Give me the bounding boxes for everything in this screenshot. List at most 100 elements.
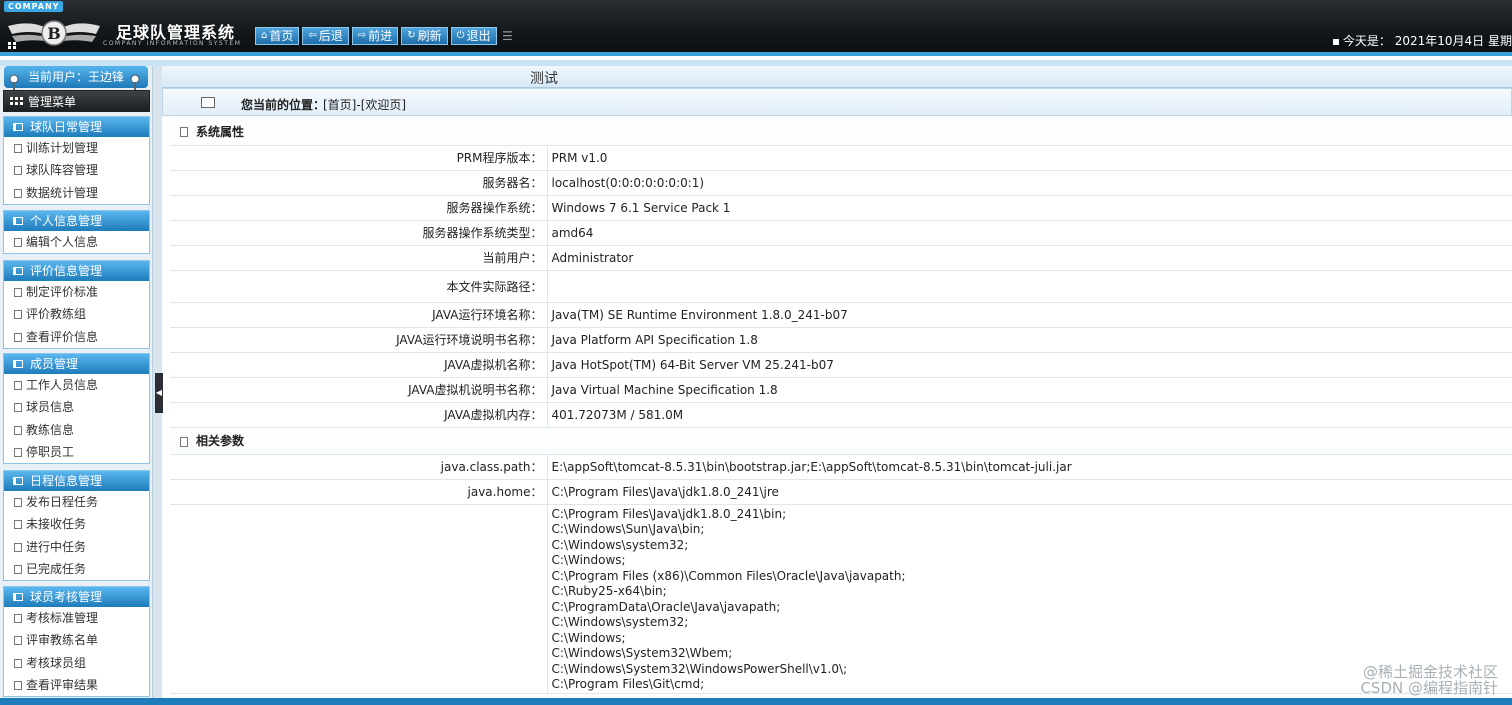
sidebar-item[interactable]: 球员信息 — [4, 396, 149, 418]
property-name: 当前用户： — [170, 245, 548, 271]
sidebar-item-label: 已完成任务 — [26, 561, 87, 576]
list-icon — [13, 477, 23, 485]
property-name: JAVA运行环境说明书名称： — [170, 327, 548, 353]
path-entry: C:\Windows\Sun\Java\bin; — [551, 522, 705, 536]
nav-button-label: 刷新 — [417, 29, 442, 43]
sidebar-item[interactable]: 未接收任务 — [4, 513, 149, 535]
sidebar-item[interactable]: 查看评价信息 — [4, 326, 149, 348]
sidebar-item-label: 球队阵容管理 — [26, 163, 99, 178]
sidebar-item[interactable]: 球队阵容管理 — [4, 159, 149, 181]
sidebar-item-label: 查看评审结果 — [26, 677, 99, 692]
logo-icon: B — [8, 20, 100, 49]
menu-toggle-icon[interactable]: ☰ — [502, 30, 514, 42]
sidebar-section-header[interactable]: 日程信息管理 — [4, 471, 149, 491]
nav-button-4[interactable]: ⏻ 退出 — [450, 27, 497, 45]
sidebar-section-title: 球员考核管理 — [30, 590, 103, 604]
property-value: Windows 7 6.1 Service Pack 1 — [547, 195, 1512, 221]
document-icon — [14, 636, 22, 646]
watermark-line-2: CSDN @编程指南针 — [1360, 679, 1498, 697]
nav-button-1[interactable]: ⇦ 后退 — [302, 27, 349, 45]
table-row: 当前用户： Administrator — [170, 245, 1512, 271]
window-icon — [201, 97, 215, 108]
property-value — [547, 270, 1512, 303]
sidebar-section-header[interactable]: 球员考核管理 — [4, 587, 149, 607]
property-value: Java HotSpot(TM) 64-Bit Server VM 25.241… — [547, 352, 1512, 378]
sidebar-item-label: 未接收任务 — [26, 517, 87, 532]
sidebar-item[interactable]: 停职员工 — [4, 441, 149, 463]
sidebar-section: 评价信息管理制定评价标准评价教练组查看评价信息 — [3, 260, 150, 349]
property-value: amd64 — [547, 220, 1512, 246]
nav-button-label: 后退 — [318, 29, 343, 43]
sidebar-section-title: 日程信息管理 — [30, 474, 103, 488]
sidebar-item[interactable]: 数据统计管理 — [4, 182, 149, 204]
sidebar-section-header[interactable]: 球队日常管理 — [4, 117, 149, 137]
path-entry: C:\Windows; — [551, 553, 626, 567]
property-value: C:\Program Files\Java\jdk1.8.0_241\jre — [547, 479, 1512, 505]
collapse-sidebar-icon[interactable]: ◀ — [155, 373, 163, 413]
table-row: JAVA运行环境名称： Java(TM) SE Runtime Environme… — [170, 302, 1512, 328]
sidebar-item[interactable]: 工作人员信息 — [4, 374, 149, 396]
refresh-icon: ↻ — [407, 30, 416, 41]
sidebar-item-label: 查看评价信息 — [26, 329, 99, 344]
property-value: E:\appSoft\tomcat-8.5.31\bin\bootstrap.j… — [547, 454, 1512, 480]
table-row: JAVA运行环境说明书名称： Java Platform API Specific… — [170, 327, 1512, 353]
sidebar-item-label: 制定评价标准 — [26, 285, 99, 299]
sidebar-item[interactable]: 考核球员组 — [4, 652, 149, 674]
section-header: 系统属性 — [170, 118, 1512, 146]
sidebar-item[interactable]: 教练信息 — [4, 419, 149, 441]
document-icon — [14, 614, 22, 623]
document-icon — [14, 564, 22, 574]
property-name: java.home： — [170, 479, 548, 505]
document-icon — [14, 658, 22, 668]
sidebar-item-label: 数据统计管理 — [26, 185, 99, 200]
path-entry: C:\Windows\System32\Wbem; — [551, 646, 733, 660]
property-value: 401.72073M / 581.0M — [547, 402, 1512, 428]
table-row: 服务器操作系统： Windows 7 6.1 Service Pack 1 — [170, 195, 1512, 221]
company-badge: COMPANY — [4, 1, 64, 12]
sidebar-item[interactable]: 训练计划管理 — [4, 137, 149, 159]
table-row: 服务器操作系统类型： amd64 — [170, 220, 1512, 246]
document-icon — [14, 498, 22, 507]
table-row: PRM程序版本： PRM v1.0 — [170, 145, 1512, 171]
management-menu-title: 管理菜单 — [28, 95, 77, 109]
sidebar-item[interactable]: 评审教练名单 — [4, 629, 149, 651]
sidebar-section-title: 个人信息管理 — [30, 214, 103, 228]
document-icon — [14, 288, 22, 297]
document-icon — [14, 403, 22, 413]
back-icon: ⇦ — [308, 30, 317, 41]
path-entry: C:\ProgramData\Oracle\Java\javapath; — [551, 599, 781, 614]
nav-button-0[interactable]: ⌂ 首页 — [255, 27, 300, 45]
svg-text:B: B — [47, 24, 61, 43]
table-row: C:\Program Files\Java\jdk1.8.0_241\bin; C… — [170, 504, 1512, 694]
section-title: 系统属性 — [196, 124, 245, 139]
sidebar-item-label: 教练信息 — [26, 422, 75, 437]
property-value: Java Platform API Specification 1.8 — [547, 327, 1512, 353]
page-title: 测试 — [530, 71, 558, 87]
sidebar-item[interactable]: 进行中任务 — [4, 536, 149, 558]
sidebar-item-label: 球员信息 — [26, 400, 75, 415]
sidebar-item[interactable]: 已完成任务 — [4, 558, 149, 580]
nav-button-2[interactable]: ⇨ 前进 — [351, 27, 399, 45]
property-name: JAVA虚拟机说明书名称： — [170, 377, 548, 403]
sidebar-section-header[interactable]: 个人信息管理 — [4, 211, 149, 231]
property-name: java.class.path： — [170, 454, 548, 480]
table-row: JAVA虚拟机内存： 401.72073M / 581.0M — [170, 402, 1512, 428]
nav-button-3[interactable]: ↻ 刷新 — [401, 27, 448, 45]
sidebar-item[interactable]: 评价教练组 — [4, 303, 149, 325]
document-icon — [14, 238, 22, 247]
property-name: PRM程序版本： — [170, 145, 548, 171]
sidebar-item[interactable]: 发布日程任务 — [4, 491, 149, 513]
section-row: 系统属性 — [170, 118, 1512, 146]
watermark: @稀土掘金技术社区 CSDN @编程指南针 — [1360, 664, 1498, 696]
sidebar-item[interactable]: 查看评审结果 — [4, 674, 149, 696]
sidebar-section-header[interactable]: 成员管理 — [4, 354, 149, 374]
sidebar-item[interactable]: 考核标准管理 — [4, 607, 149, 629]
sidebar-section-header[interactable]: 评价信息管理 — [4, 261, 149, 281]
sidebar-item[interactable]: 编辑个人信息 — [4, 231, 149, 253]
breadcrumb-path[interactable]: [首页]-[欢迎页] — [323, 96, 406, 113]
document-icon — [14, 520, 22, 530]
property-value: PRM v1.0 — [547, 145, 1512, 171]
sidebar-item[interactable]: 制定评价标准 — [4, 281, 149, 303]
current-user-box: 当前用户：王边锋 — [4, 66, 148, 92]
sidebar-section-title: 成员管理 — [30, 357, 79, 371]
